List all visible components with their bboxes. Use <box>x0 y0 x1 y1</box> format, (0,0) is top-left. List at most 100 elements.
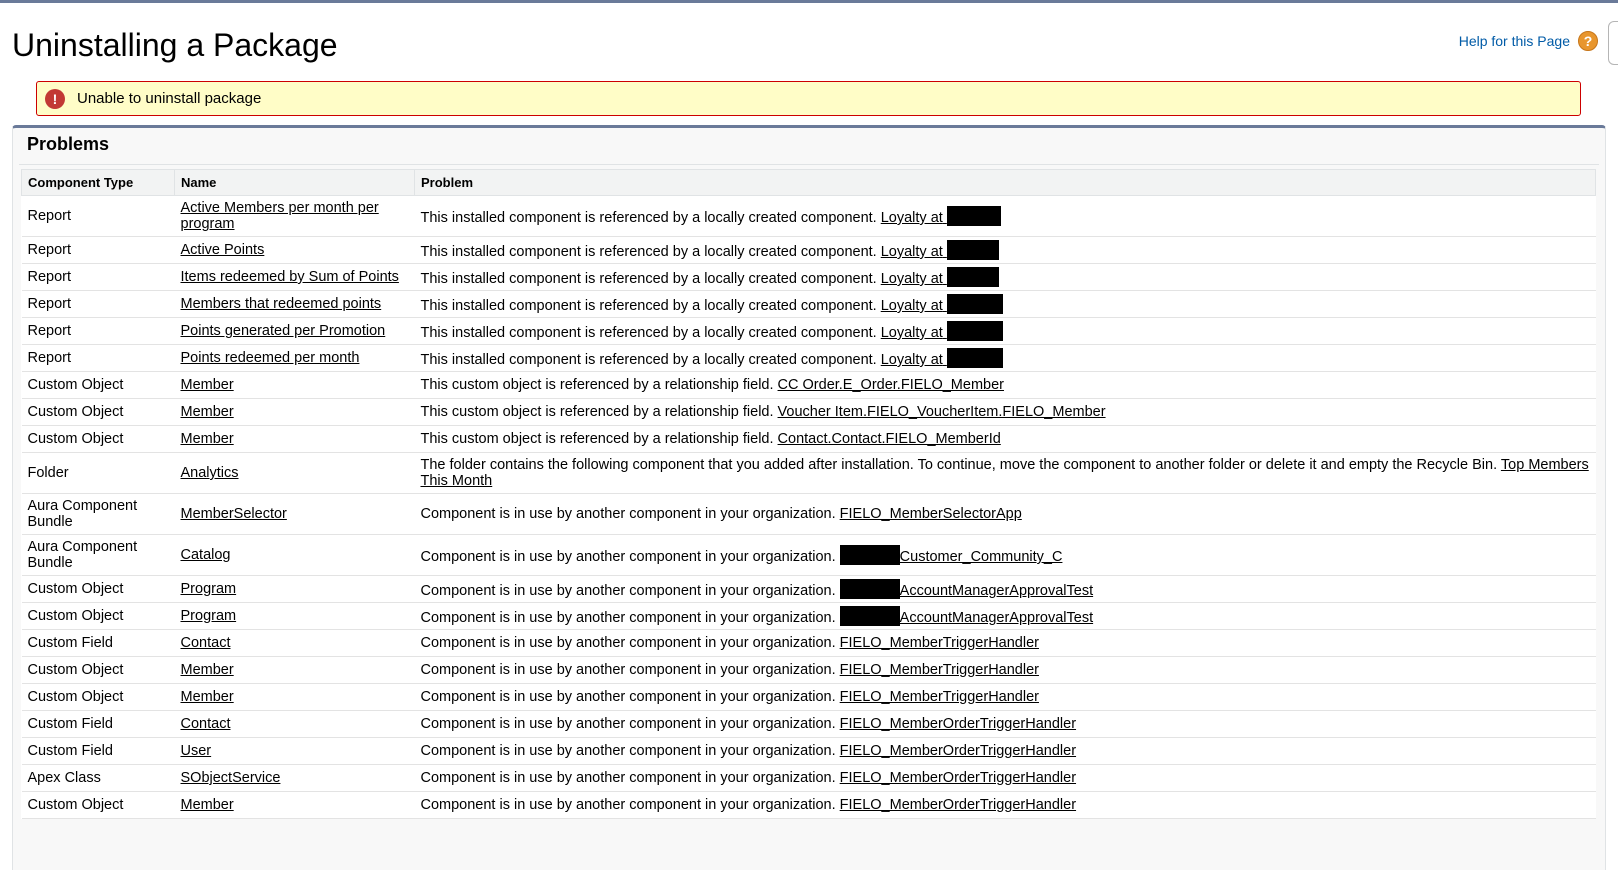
component-name-link[interactable]: Members that redeemed points <box>181 296 382 312</box>
problem-text: Component is in use by another component… <box>420 662 836 678</box>
component-name-link[interactable]: Member <box>181 377 234 393</box>
component-name-link[interactable]: Catalog <box>181 547 231 563</box>
reference-text: FIELO_MemberOrderTriggerHandler <box>839 743 1077 759</box>
referencing-component-link[interactable]: FIELO_MemberTriggerHandler <box>840 662 1039 678</box>
referencing-component-link[interactable]: Loyalty at <box>880 294 1003 314</box>
problem-cell: This installed component is referenced b… <box>414 290 1596 318</box>
table-row: Custom Object Member Component is in use b… <box>21 683 1596 711</box>
problem-cell: This installed component is referenced b… <box>414 317 1596 345</box>
problem-text: Component is in use by another component… <box>420 506 836 522</box>
problem-text: This custom object is referenced by a re… <box>420 431 774 447</box>
problem-text: This installed component is referenced b… <box>420 210 877 226</box>
problems-panel: Problems Component Type Name Problem Rep… <box>12 125 1606 870</box>
component-type-cell: Custom Object <box>21 656 175 684</box>
name-cell: Active Points <box>174 236 415 264</box>
component-type-cell: Report <box>21 317 175 345</box>
referencing-component-link[interactable]: Loyalty at <box>881 206 1001 226</box>
component-name-link[interactable]: Member <box>181 404 234 420</box>
help-link[interactable]: Help for this Page <box>1459 33 1570 49</box>
referencing-component-link[interactable]: FIELO_MemberOrderTriggerHandler <box>840 770 1076 786</box>
side-panel-tab[interactable] <box>1608 21 1618 65</box>
table-row: Apex Class SObjectService Component is in … <box>21 764 1596 792</box>
component-name-link[interactable]: Active Points <box>181 242 265 258</box>
problem-cell: Component is in use by another component… <box>414 791 1596 819</box>
problem-text: Component is in use by another component… <box>420 549 836 565</box>
column-header-name[interactable]: Name <box>174 169 415 196</box>
component-name-link[interactable]: User <box>181 743 212 759</box>
referencing-component-link[interactable]: Loyalty at <box>881 267 999 287</box>
reference-text: CC Order.E_Order.FIELO_Member <box>777 377 1004 393</box>
referencing-component-link[interactable]: Customer_Community_C <box>839 545 1062 565</box>
referencing-component-link[interactable]: Loyalty at <box>881 321 1003 341</box>
component-name-link[interactable]: Member <box>181 431 234 447</box>
component-type-cell: Report <box>21 195 175 237</box>
problem-cell: Component is in use by another component… <box>414 683 1596 711</box>
problem-text: Component is in use by another component… <box>420 797 836 813</box>
problem-text: This custom object is referenced by a re… <box>420 377 774 393</box>
component-type-cell: Custom Object <box>21 398 175 426</box>
table-row: Custom Object Program Component is in use … <box>21 602 1596 630</box>
redacted-block <box>946 321 1003 341</box>
referencing-component-link[interactable]: FIELO_MemberTriggerHandler <box>840 635 1039 651</box>
problem-text: Component is in use by another component… <box>420 583 836 599</box>
question-circle-icon[interactable]: ? <box>1578 31 1598 51</box>
table-row: Custom Object Member Component is in use b… <box>21 656 1596 684</box>
name-cell: User <box>174 737 415 765</box>
component-name-link[interactable]: Analytics <box>181 465 239 481</box>
problem-text: Component is in use by another component… <box>420 635 836 651</box>
table-row: Folder Analytics The folder contains the f… <box>21 452 1596 494</box>
name-cell: Analytics <box>174 452 415 494</box>
name-cell: Points generated per Promotion <box>174 317 415 345</box>
component-name-link[interactable]: Active Members per month per program <box>181 200 379 232</box>
table-row: Custom Object Member This custom object is… <box>21 398 1596 426</box>
problem-text: The folder contains the following compon… <box>420 457 1498 473</box>
referencing-component-link[interactable]: Loyalty at <box>880 240 999 260</box>
problem-cell: The folder contains the following compon… <box>414 452 1596 494</box>
table-row: Report Active Members per month per progr… <box>21 195 1596 237</box>
reference-text: FIELO_MemberOrderTriggerHandler <box>839 797 1077 813</box>
component-name-link[interactable]: MemberSelector <box>181 506 287 522</box>
referencing-component-link[interactable]: FIELO_MemberTriggerHandler <box>840 689 1039 705</box>
redacted-block <box>839 545 900 565</box>
referencing-component-link[interactable]: FIELO_MemberOrderTriggerHandler <box>840 716 1076 732</box>
component-type-cell: Custom Object <box>21 575 175 603</box>
name-cell: Member <box>174 791 415 819</box>
component-name-link[interactable]: Contact <box>181 716 231 732</box>
component-type-cell: Aura Component Bundle <box>21 493 175 535</box>
column-header-problem[interactable]: Problem <box>414 169 1596 196</box>
redacted-block <box>839 579 900 599</box>
redacted-block <box>946 294 1003 314</box>
problem-cell: This installed component is referenced b… <box>414 236 1596 264</box>
component-name-link[interactable]: Items redeemed by Sum of Points <box>181 269 399 285</box>
reference-text: Loyalty at <box>880 244 943 260</box>
referencing-component-link[interactable]: Contact.Contact.FIELO_MemberId <box>778 431 1001 447</box>
component-type-cell: Custom Object <box>21 425 175 453</box>
referencing-component-link[interactable]: Voucher Item.FIELO_VoucherItem.FIELO_Mem… <box>778 404 1106 420</box>
table-row: Custom Object Member This custom object is… <box>21 425 1596 453</box>
referencing-component-link[interactable]: AccountManagerApprovalTest <box>839 606 1093 626</box>
referencing-component-link[interactable]: AccountManagerApprovalTest <box>839 579 1093 599</box>
component-name-link[interactable]: Program <box>181 581 237 597</box>
component-name-link[interactable]: Member <box>181 689 234 705</box>
component-name-link[interactable]: Member <box>181 662 234 678</box>
referencing-component-link[interactable]: CC Order.E_Order.FIELO_Member <box>778 377 1004 393</box>
component-name-link[interactable]: Points generated per Promotion <box>181 323 386 339</box>
component-name-link[interactable]: Member <box>181 797 234 813</box>
component-name-link[interactable]: Points redeemed per month <box>181 350 360 366</box>
component-name-link[interactable]: Contact <box>181 635 231 651</box>
component-type-cell: Apex Class <box>21 764 175 792</box>
component-name-link[interactable]: Program <box>181 608 237 624</box>
column-header-component-type[interactable]: Component Type <box>21 169 175 196</box>
problem-cell: Component is in use by another component… <box>414 629 1596 657</box>
referencing-component-link[interactable]: FIELO_MemberOrderTriggerHandler <box>840 797 1076 813</box>
component-name-link[interactable]: SObjectService <box>181 770 281 786</box>
redacted-block <box>946 348 1003 368</box>
referencing-component-link[interactable]: Loyalty at <box>881 348 1003 368</box>
referencing-component-link[interactable]: FIELO_MemberSelectorApp <box>840 506 1022 522</box>
referencing-component-link[interactable]: FIELO_MemberOrderTriggerHandler <box>840 743 1076 759</box>
component-type-cell: Folder <box>21 452 175 494</box>
error-message: Unable to uninstall package <box>77 90 262 107</box>
table-row: Custom Field Contact Component is in use b… <box>21 629 1596 657</box>
reference-text: Loyalty at <box>880 298 943 314</box>
problem-cell: Component is in use by another component… <box>414 737 1596 765</box>
